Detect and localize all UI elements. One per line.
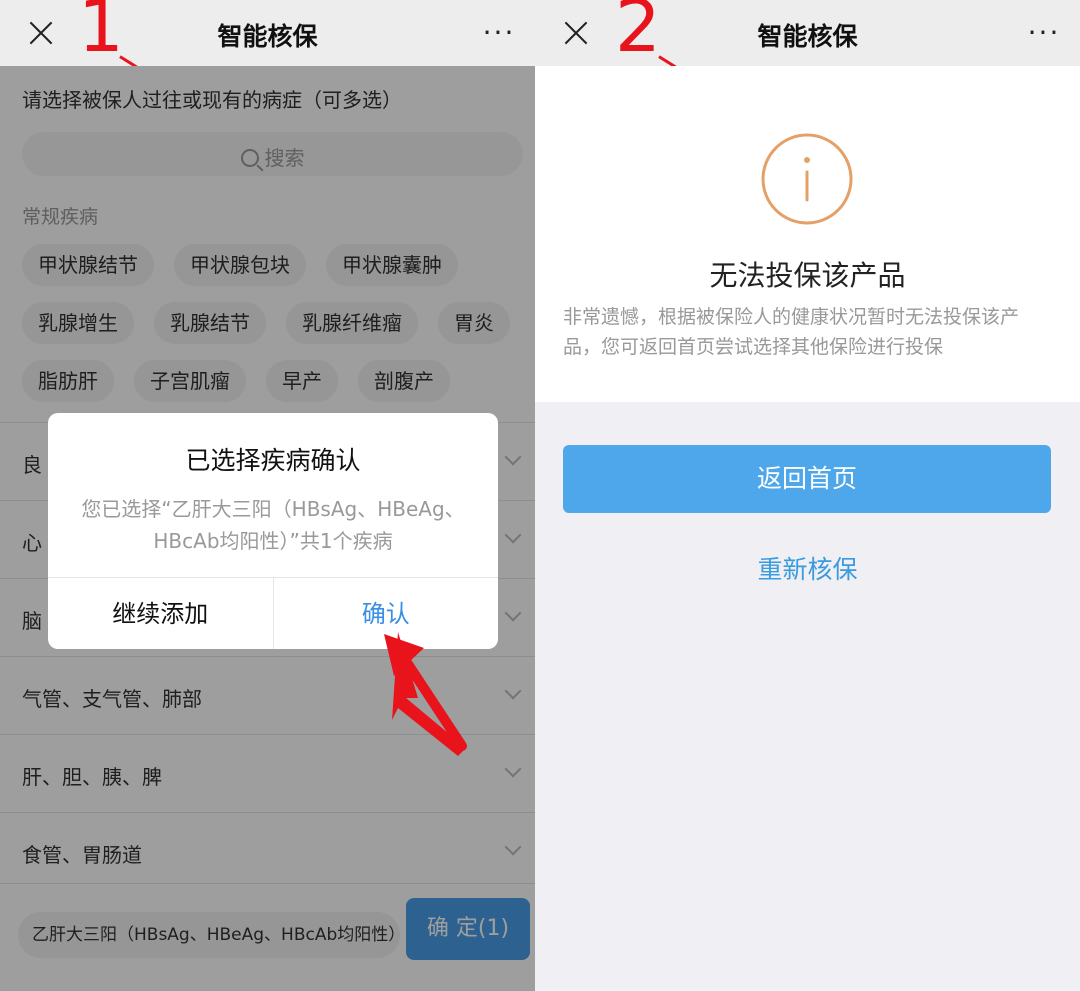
step-number-annotation: 1 [78,0,124,68]
dialog-title: 已选择疾病确认 [185,446,361,475]
screen-disease-selection: 智能核保 ··· 1 请选择被保人过往或现有的病症（可多选） 搜索 常规疾病 甲… [0,0,535,991]
navigation-bar: 智能核保 ··· 2 [535,0,1080,72]
continue-adding-button[interactable]: 继续添加 [48,578,274,649]
reassess-link[interactable]: 重新核保 [535,550,1080,586]
confirm-dialog: 已选择疾病确认 您已选择“乙肝大三阳（HBsAg、HBeAg、HBcAb均阳性）… [48,413,498,649]
info-circle-icon [761,133,853,225]
navigation-bar: 智能核保 ··· 1 [0,0,535,72]
result-title: 无法投保该产品 [709,259,906,292]
step-number-annotation: 2 [615,0,661,68]
dialog-message: 您已选择“乙肝大三阳（HBsAg、HBeAg、HBcAb均阳性）”共1个疾病 [81,497,465,553]
more-options-icon[interactable]: ··· [481,18,517,48]
red-arrow-annotation [384,632,467,756]
result-message: 非常遗憾，根据被保险人的健康状况暂时无法投保该产品，您可返回首页尝试选择其他保险… [563,306,1020,358]
return-home-button[interactable]: 返回首页 [563,445,1051,513]
screen-underwriting-result: 智能核保 ··· 2 无法投保该产品 非常遗憾，根据被保险人的健康状况暂时无法投… [535,0,1080,991]
more-options-icon[interactable]: ··· [1026,18,1062,48]
result-card: 无法投保该产品 非常遗憾，根据被保险人的健康状况暂时无法投保该产品，您可返回首页… [535,66,1080,402]
